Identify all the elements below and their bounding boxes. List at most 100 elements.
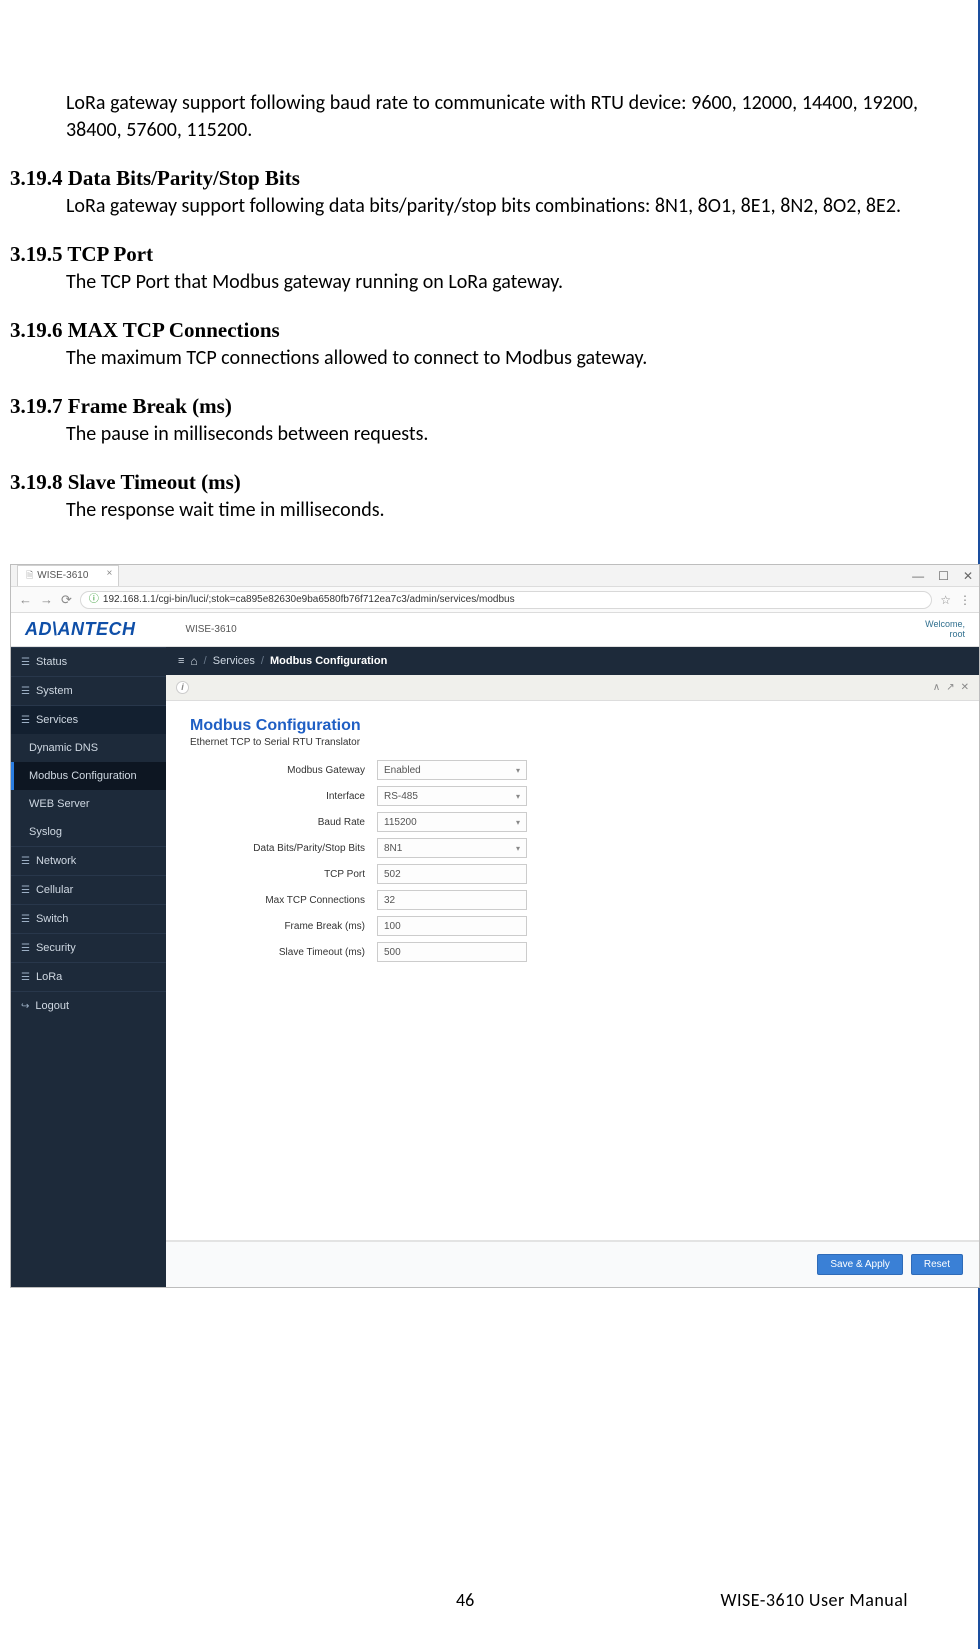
breadcrumb-current: Modbus Configuration	[270, 655, 387, 667]
panel-close-icon[interactable]: ✕	[961, 682, 969, 693]
btn-label: Save & Apply	[830, 1259, 889, 1270]
welcome-block: Welcome, root	[925, 620, 965, 640]
content-area: ≡ / Services / Modbus Configuration i ∧ …	[166, 647, 979, 1287]
label-interface: Interface	[182, 791, 377, 802]
sidebar-item-lora[interactable]: LoRa	[11, 962, 166, 991]
value: 115200	[384, 817, 417, 828]
list-icon	[21, 656, 30, 668]
nav-back-icon[interactable]: ←	[19, 592, 32, 607]
heading-3-19-6: 3.19.6 MAX TCP Connections	[10, 318, 918, 343]
row-baud: Baud Rate 115200	[182, 812, 963, 832]
panel-header: i ∧ ↗ ✕	[166, 675, 979, 701]
breadcrumb-services[interactable]: Services	[213, 655, 255, 667]
sidebar-item-system[interactable]: System	[11, 676, 166, 705]
btn-label: Reset	[924, 1259, 950, 1270]
breadcrumb-home-icon[interactable]	[190, 654, 197, 668]
heading-3-19-4: 3.19.4 Data Bits/Parity/Stop Bits	[10, 166, 918, 191]
input-tcp-port[interactable]: 502	[377, 864, 527, 884]
window-close-icon[interactable]: ✕	[963, 569, 973, 583]
screenshot-window: WISE-3610× — ☐ ✕ ← → ⟳ ⓘ 192.168.1.1/cgi…	[10, 564, 980, 1288]
sidebar-sub-webserver[interactable]: WEB Server	[11, 790, 166, 818]
row-max-tcp: Max TCP Connections 32	[182, 890, 963, 910]
list-icon	[21, 942, 30, 954]
panel-collapse-icon[interactable]: ∧	[933, 682, 940, 693]
para-3-19-5: The TCP Port that Modbus gateway running…	[66, 269, 918, 296]
label-bits: Data Bits/Parity/Stop Bits	[182, 843, 377, 854]
row-interface: Interface RS-485	[182, 786, 963, 806]
select-baud[interactable]: 115200	[377, 812, 527, 832]
sidebar-sub-modbus[interactable]: Modbus Configuration	[11, 762, 166, 790]
brand-logo: AD\ANTECH	[25, 619, 136, 640]
url-input[interactable]: ⓘ 192.168.1.1/cgi-bin/luci/;stok=ca895e8…	[80, 591, 932, 609]
list-icon	[21, 685, 30, 697]
sidebar-item-status[interactable]: Status	[11, 647, 166, 676]
panel-body: Modbus Configuration Ethernet TCP to Ser…	[166, 701, 979, 1241]
row-slave-timeout: Slave Timeout (ms) 500	[182, 942, 963, 962]
save-apply-button[interactable]: Save & Apply	[817, 1254, 902, 1275]
breadcrumb-sep: /	[204, 655, 207, 667]
select-bits[interactable]: 8N1	[377, 838, 527, 858]
info-icon[interactable]: i	[176, 681, 189, 694]
label-max-tcp: Max TCP Connections	[182, 895, 377, 906]
sidebar-sub-ddns[interactable]: Dynamic DNS	[11, 734, 166, 762]
model-label: WISE-3610	[186, 624, 237, 635]
sidebar-item-switch[interactable]: Switch	[11, 904, 166, 933]
para-3-19-7: The pause in milliseconds between reques…	[66, 421, 918, 448]
value: 32	[384, 895, 395, 906]
browser-tab[interactable]: WISE-3610×	[17, 565, 119, 586]
input-slave-timeout[interactable]: 500	[377, 942, 527, 962]
heading-3-19-5: 3.19.5 TCP Port	[10, 242, 918, 267]
panel-expand-icon[interactable]: ↗	[946, 682, 954, 693]
panel-subtitle: Ethernet TCP to Serial RTU Translator	[190, 737, 963, 748]
value: 100	[384, 921, 401, 932]
sidebar-label: Logout	[35, 1000, 69, 1012]
sidebar-label: Syslog	[29, 826, 62, 838]
window-maximize-icon[interactable]: ☐	[938, 569, 949, 583]
label-tcp-port: TCP Port	[182, 869, 377, 880]
row-modbus-gateway: Modbus Gateway Enabled	[182, 760, 963, 780]
list-icon	[21, 913, 30, 925]
welcome-user: root	[925, 630, 965, 640]
value: 8N1	[384, 843, 402, 854]
nav-forward-icon[interactable]: →	[40, 592, 53, 607]
breadcrumb-bars-icon[interactable]: ≡	[178, 655, 184, 667]
nav-reload-icon[interactable]: ⟳	[61, 592, 72, 608]
para-3-19-6: The maximum TCP connections allowed to c…	[66, 345, 918, 372]
sidebar-label: Modbus Configuration	[29, 770, 137, 782]
bookmark-icon[interactable]: ☆	[940, 593, 951, 607]
sidebar-sub-syslog[interactable]: Syslog	[11, 818, 166, 846]
manual-title: WISE-3610 User Manual	[720, 1589, 908, 1611]
value: 502	[384, 869, 401, 880]
row-tcp-port: TCP Port 502	[182, 864, 963, 884]
sidebar-label: LoRa	[36, 971, 62, 983]
sidebar-label: WEB Server	[29, 798, 90, 810]
sidebar-item-security[interactable]: Security	[11, 933, 166, 962]
row-frame-break: Frame Break (ms) 100	[182, 916, 963, 936]
sidebar-label: Status	[36, 656, 67, 668]
sidebar-item-cellular[interactable]: Cellular	[11, 875, 166, 904]
info-icon: ⓘ	[89, 591, 99, 609]
input-max-tcp[interactable]: 32	[377, 890, 527, 910]
reset-button[interactable]: Reset	[911, 1254, 963, 1275]
tab-close-icon[interactable]: ×	[107, 568, 113, 579]
value: RS-485	[384, 791, 418, 802]
menu-icon[interactable]: ⋮	[959, 593, 971, 607]
para-3-19-8: The response wait time in milliseconds.	[66, 497, 918, 524]
sidebar-item-logout[interactable]: Logout	[11, 991, 166, 1020]
sidebar-label: Cellular	[36, 884, 73, 896]
sidebar-label: Switch	[36, 913, 68, 925]
label-slave-timeout: Slave Timeout (ms)	[182, 947, 377, 958]
list-icon	[21, 855, 30, 867]
sidebar-item-network[interactable]: Network	[11, 846, 166, 875]
window-minimize-icon[interactable]: —	[912, 569, 924, 583]
select-interface[interactable]: RS-485	[377, 786, 527, 806]
label-baud: Baud Rate	[182, 817, 377, 828]
input-frame-break[interactable]: 100	[377, 916, 527, 936]
window-controls: — ☐ ✕	[912, 569, 973, 583]
sidebar-item-services[interactable]: Services	[11, 705, 166, 734]
value: Enabled	[384, 765, 421, 776]
breadcrumb-sep: /	[261, 655, 264, 667]
browser-addressbar: ← → ⟳ ⓘ 192.168.1.1/cgi-bin/luci/;stok=c…	[11, 587, 979, 613]
app-body: Status System Services Dynamic DNS Modbu…	[11, 647, 979, 1287]
select-modbus-gateway[interactable]: Enabled	[377, 760, 527, 780]
